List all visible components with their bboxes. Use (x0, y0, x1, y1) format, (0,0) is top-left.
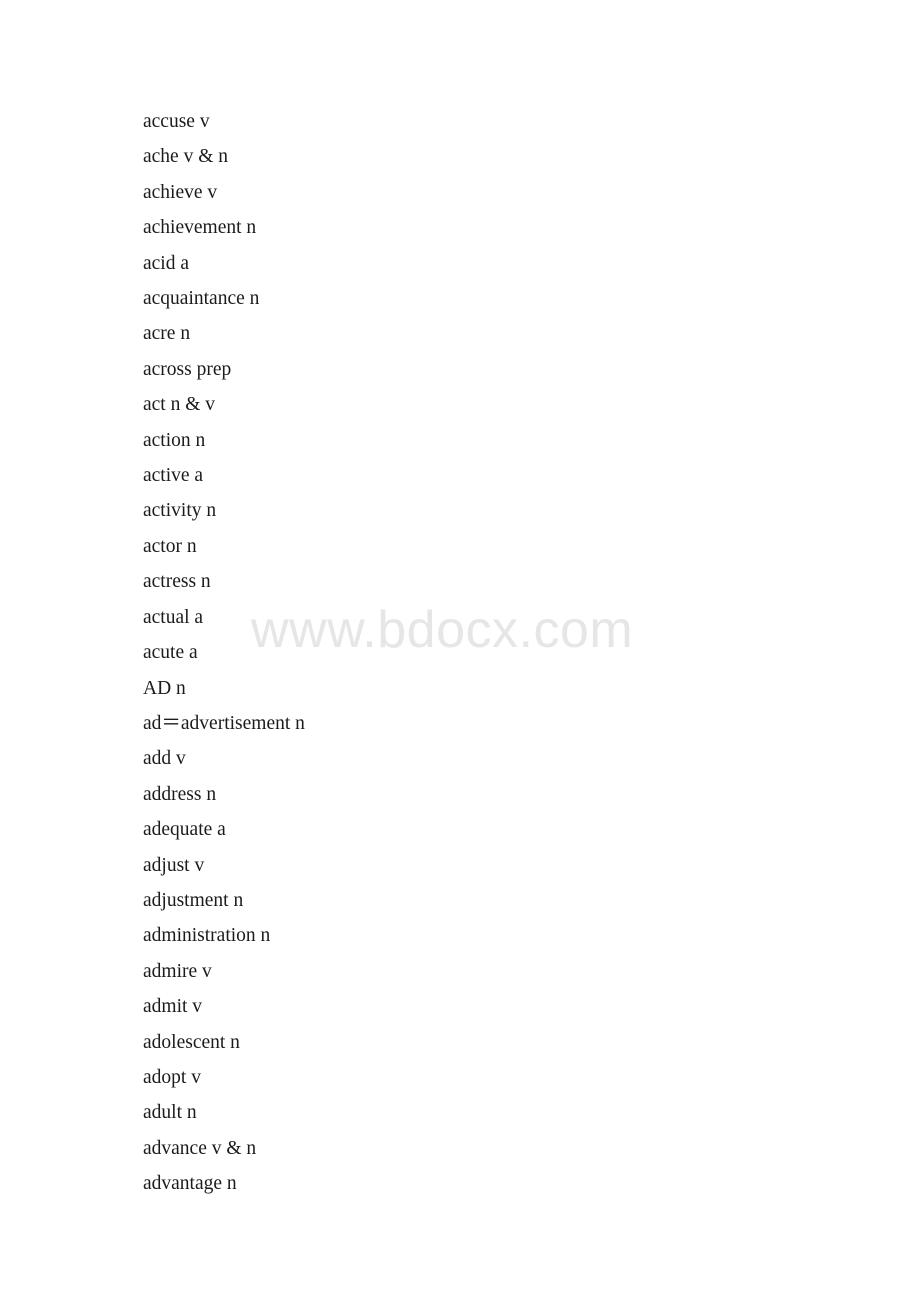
list-item: acute a (143, 642, 198, 664)
list-item: achieve v (143, 181, 218, 203)
list-item: act n & v (143, 394, 216, 416)
list-item: actual a (143, 606, 204, 628)
list-item: address n (143, 783, 217, 805)
list-item: advantage n (143, 1173, 237, 1195)
list-item: acid a (143, 252, 190, 274)
list-item: adjust v (143, 854, 205, 876)
list-item: activity n (143, 500, 217, 522)
list-item: action n (143, 429, 206, 451)
list-item: acquaintance n (143, 288, 260, 310)
list-item: adolescent n (143, 1031, 240, 1053)
list-item: admire v (143, 960, 212, 982)
list-item: ad＝advertisement n (143, 712, 305, 734)
list-item: AD n (143, 677, 186, 699)
list-item: ache v & n (143, 146, 229, 168)
list-item: adjustment n (143, 889, 244, 911)
document-content: accuse v ache v & n achieve v achievemen… (0, 0, 920, 1302)
list-item: accuse v (143, 111, 210, 132)
list-item: actor n (143, 535, 197, 557)
list-item: across prep (143, 358, 232, 380)
list-item: acre n (143, 323, 191, 345)
list-item: achievement n (143, 217, 257, 239)
list-item: adequate a (143, 819, 226, 841)
list-item: active a (143, 465, 204, 487)
list-item: admit v (143, 996, 203, 1018)
list-item: administration n (143, 925, 271, 947)
list-item: adult n (143, 1102, 197, 1124)
vocabulary-entry-list: accuse v ache v & n achieve v achievemen… (143, 104, 920, 1202)
list-item: actress n (143, 571, 211, 593)
list-item: advance v & n (143, 1137, 257, 1159)
document-page: www.bdocx.com accuse v ache v & n achiev… (0, 0, 920, 1302)
list-item: add v (143, 748, 186, 770)
list-item: adopt v (143, 1066, 201, 1088)
